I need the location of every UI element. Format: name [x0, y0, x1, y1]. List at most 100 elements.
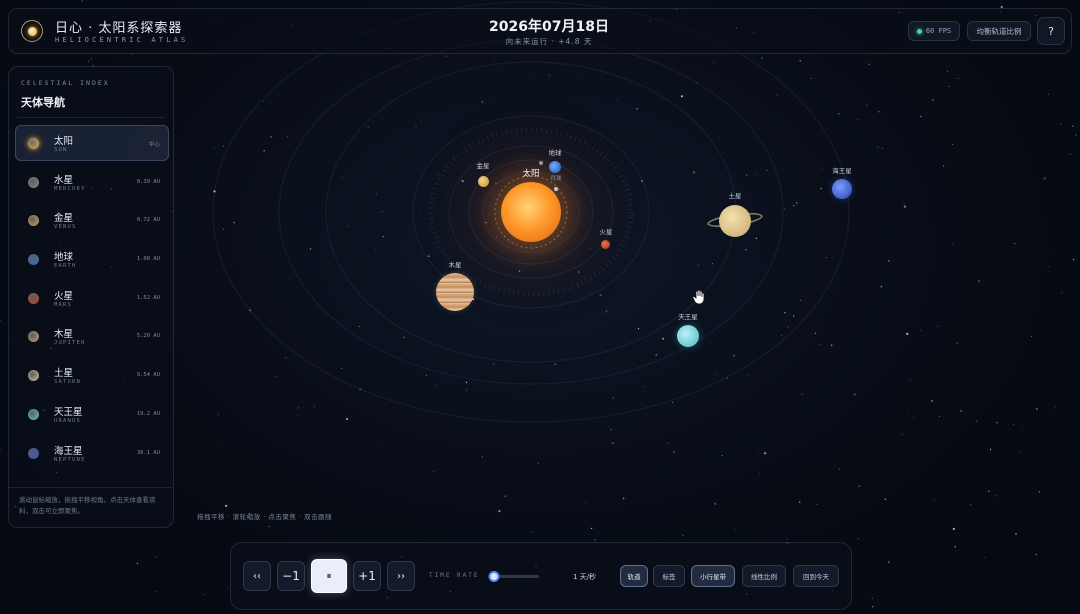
help-button[interactable]: ?	[1037, 17, 1065, 45]
star	[907, 409, 909, 411]
toggle-button-4[interactable]: 回到今天	[793, 565, 839, 587]
star	[745, 249, 747, 251]
neptune[interactable]	[832, 179, 852, 199]
sidebar-eyebrow: CELESTIAL INDEX	[21, 79, 110, 87]
star	[0, 564, 1, 566]
pause-button[interactable]: ⏸	[311, 559, 347, 593]
star	[359, 388, 361, 390]
star	[481, 101, 484, 103]
star	[341, 368, 343, 370]
star	[954, 546, 956, 548]
star	[612, 397, 614, 399]
moon[interactable]	[554, 187, 558, 191]
star	[682, 534, 684, 537]
venus[interactable]	[478, 176, 489, 187]
sidebar-item-uranus[interactable]: 天王星 URANUS 19.2 AU	[15, 396, 169, 432]
sidebar-item-name: 土星	[54, 368, 74, 380]
planet-dot-icon	[28, 138, 39, 149]
sidebar-item-mercury[interactable]: 水星 MERCURY 0.39 AU	[15, 164, 169, 200]
sidebar-item-mars[interactable]: 火星 MARS 1.52 AU	[15, 280, 169, 316]
forward-fast-button[interactable]: ››	[387, 561, 415, 591]
sidebar-item-saturn[interactable]: 土星 SATURN 9.54 AU	[15, 357, 169, 393]
sun[interactable]	[501, 182, 561, 242]
star	[888, 260, 890, 262]
uranus[interactable]	[677, 325, 699, 347]
step-back-button[interactable]: −1	[277, 561, 305, 591]
star	[912, 416, 914, 418]
star	[871, 597, 873, 599]
rewind-fast-button[interactable]: ‹‹	[243, 561, 271, 591]
sidebar-item-distance: 0.72 AU	[136, 217, 160, 224]
star	[947, 70, 949, 72]
star	[1061, 292, 1063, 294]
orbit-scale-button[interactable]: 均衡轨道比例	[967, 21, 1031, 41]
sidebar-item-distance: 1.00 AU	[136, 256, 160, 263]
sidebar-item-distance: 19.2 AU	[136, 410, 160, 417]
sidebar-item-name: 太阳	[54, 136, 74, 147]
sun-label: 太阳	[522, 169, 540, 179]
star	[249, 309, 251, 311]
toggle-button-3[interactable]: 线性比例	[742, 565, 786, 587]
star	[1012, 424, 1014, 425]
sidebar-item-earth[interactable]: 地球 EARTH 1.00 AU	[15, 241, 169, 277]
star	[421, 119, 423, 121]
sidebar-item-english: URANUS	[54, 417, 82, 424]
star	[493, 363, 495, 365]
star	[878, 111, 880, 113]
sidebar-item-distance: 30.1 AU	[136, 449, 160, 456]
fps-label: 60 FPS	[925, 27, 952, 35]
toggle-button-2[interactable]: 小行星带	[691, 565, 735, 587]
star	[233, 222, 235, 224]
star	[766, 169, 768, 171]
star	[799, 299, 802, 302]
star	[734, 529, 736, 531]
uranus-label: 天王星	[678, 313, 698, 321]
star	[764, 452, 767, 455]
star	[820, 187, 822, 190]
star	[780, 335, 782, 337]
sidebar-item-english: JUPITER	[54, 340, 86, 347]
star	[978, 229, 980, 231]
star	[227, 586, 229, 588]
time-rate-label: TIME RATE	[429, 572, 480, 579]
status-dot-icon	[916, 28, 922, 34]
star	[1038, 491, 1041, 493]
sidebar-item-neptune[interactable]: 海王星 NEPTUNE 30.1 AU	[15, 435, 169, 471]
star	[696, 82, 698, 84]
star	[755, 237, 758, 239]
star	[398, 193, 400, 195]
saturn[interactable]	[719, 205, 751, 237]
moon-label: 月球	[550, 176, 562, 182]
mars[interactable]	[601, 240, 610, 249]
star	[1035, 553, 1038, 556]
step-forward-button[interactable]: +1	[353, 561, 381, 591]
sidebar-item-venus[interactable]: 金星 VENUS 0.72 AU	[15, 202, 169, 238]
star	[437, 173, 439, 175]
star	[367, 126, 369, 128]
star	[877, 146, 879, 148]
jupiter[interactable]	[436, 273, 474, 311]
canvas-hint: 拖拽平移 · 滚轮缩放 · 点击聚焦 · 双击跟随	[197, 513, 333, 521]
slider-thumb[interactable]	[488, 571, 500, 582]
star	[577, 284, 579, 286]
app-title: 日心 · 太阳系探索器	[55, 21, 183, 36]
sidebar-item-jupiter[interactable]: 木星 JUPITER 5.20 AU	[15, 318, 169, 354]
sidebar-item-english: VENUS	[54, 224, 77, 231]
toggle-button-0[interactable]: 轨道	[620, 565, 648, 587]
star	[960, 410, 962, 412]
star	[756, 173, 758, 175]
star	[270, 136, 272, 138]
divider	[17, 117, 165, 118]
star	[1022, 429, 1024, 431]
star	[1054, 407, 1056, 409]
star	[727, 377, 729, 379]
earth[interactable]	[549, 161, 561, 173]
star	[793, 205, 795, 207]
time-rate-slider[interactable]	[488, 571, 539, 582]
sidebar-item-sun[interactable]: 太阳 SUN 中心	[15, 125, 169, 161]
toggle-button-1[interactable]: 标签	[653, 565, 685, 587]
star	[342, 177, 344, 179]
planet-dot-icon	[28, 408, 39, 420]
mercury[interactable]	[539, 161, 543, 165]
star	[745, 174, 748, 176]
